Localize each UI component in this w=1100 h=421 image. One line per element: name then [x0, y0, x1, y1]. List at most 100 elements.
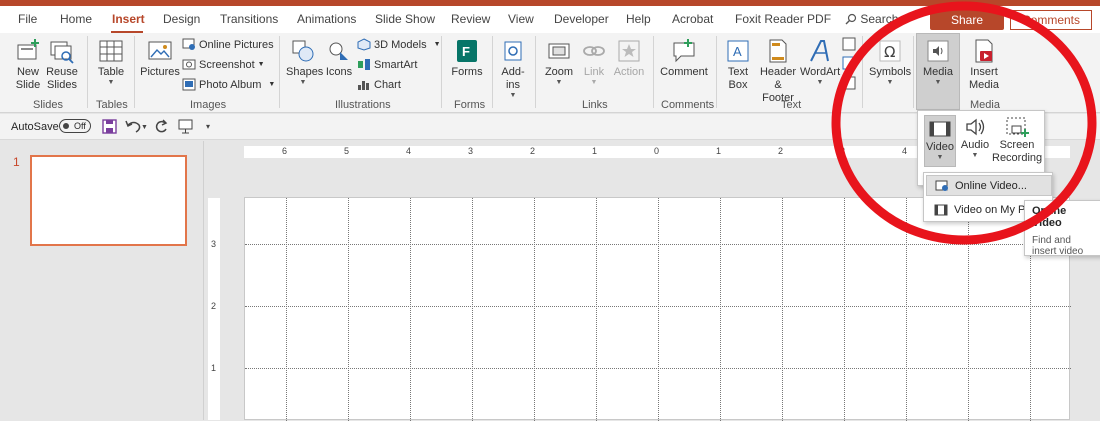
share-button[interactable]: Share [930, 10, 1004, 30]
pictures-label: Pictures [140, 66, 180, 78]
online-video-label: Online Video... [955, 179, 1027, 192]
omega-icon: Ω [879, 40, 901, 62]
tab-insert[interactable]: Insert [112, 12, 145, 26]
video-button[interactable]: Video ▼ [924, 115, 956, 167]
3d-models-label: 3D Models [374, 38, 427, 51]
media-label: Media [923, 66, 953, 78]
slide-number: 1 [13, 155, 20, 169]
screenshot-icon [182, 59, 196, 70]
link-button[interactable]: Link ▼ [580, 38, 608, 87]
media-button[interactable]: Media ▼ [916, 33, 960, 110]
text-group-label: Text [781, 99, 802, 111]
save-icon[interactable] [102, 119, 117, 134]
tab-review[interactable]: Review [451, 12, 490, 26]
gridline-vertical [720, 198, 721, 421]
comments-button[interactable]: Comments [1010, 10, 1092, 30]
header-footer-button[interactable]: Header & Footer [757, 38, 799, 105]
autosave-toggle[interactable]: Off [59, 119, 91, 133]
undo-icon[interactable]: ▼ [125, 119, 147, 134]
ribbon-tab-bar: File Home Insert Design Transitions Anim… [0, 6, 1100, 33]
svg-text:F: F [462, 44, 470, 59]
insert-media-label: Insert Media [969, 66, 999, 91]
table-button[interactable]: Table ▼ [95, 38, 127, 87]
photo-album-label: Photo Album [199, 78, 262, 91]
redo-icon[interactable] [154, 119, 169, 134]
action-button[interactable]: Action [612, 38, 646, 79]
screen-recording-button[interactable]: Screen Recording [992, 117, 1042, 165]
comment-icon [673, 39, 695, 63]
present-icon[interactable] [178, 119, 193, 134]
text-box-button[interactable]: A Text Box [723, 38, 753, 92]
group-divider [913, 36, 914, 108]
pictures-button[interactable]: Pictures [140, 38, 180, 79]
tab-animations[interactable]: Animations [297, 12, 356, 26]
icons-button[interactable]: Icons [325, 38, 353, 79]
online-pictures-button[interactable]: Online Pictures [182, 38, 274, 51]
icons-label: Icons [325, 66, 353, 78]
slide-thumbnail-pane: 1 [0, 141, 204, 420]
tab-slide-show[interactable]: Slide Show [375, 12, 435, 26]
svg-text:Ω: Ω [884, 43, 895, 61]
tooltip: Online Video Find and insert video from … [1024, 200, 1100, 256]
ruler-tick-label: 3 [468, 146, 474, 156]
tab-file[interactable]: File [18, 12, 37, 26]
forms-button[interactable]: F Forms [449, 38, 485, 79]
zoom-button[interactable]: Zoom ▼ [543, 38, 575, 87]
tab-acrobat[interactable]: Acrobat [672, 12, 713, 26]
group-divider [492, 36, 493, 108]
shapes-label: Shapes [286, 66, 324, 78]
ruler-tick-label: 1 [716, 146, 722, 156]
insert-media-button[interactable]: Insert Media [964, 38, 1004, 92]
pictures-icon [148, 41, 172, 60]
tab-home[interactable]: Home [60, 12, 92, 26]
gridline-vertical [906, 198, 907, 421]
insert-media-icon [975, 39, 993, 63]
tab-view[interactable]: View [508, 12, 534, 26]
tooltip-title: Online Video [1032, 205, 1067, 229]
images-group-label: Images [190, 99, 227, 111]
tab-help[interactable]: Help [626, 12, 651, 26]
forms-icon: F [457, 40, 477, 62]
comment-button[interactable]: Comment [659, 38, 709, 79]
addins-button[interactable]: Add-ins ▼ [498, 38, 528, 100]
audio-label: Audio [960, 139, 990, 151]
tab-design[interactable]: Design [163, 12, 200, 26]
tab-foxit-reader-pdf[interactable]: Foxit Reader PDF [735, 12, 831, 26]
screenshot-button[interactable]: Screenshot ▼ [182, 58, 265, 71]
new-slide-button[interactable]: New Slide [9, 38, 47, 92]
text-more-buttons[interactable] [842, 37, 856, 99]
audio-button[interactable]: Audio ▼ [960, 117, 990, 160]
new-slide-icon [17, 39, 39, 60]
smartart-button[interactable]: SmartArt [357, 58, 417, 71]
zoom-label: Zoom [544, 66, 574, 78]
shapes-button[interactable]: Shapes ▼ [286, 38, 324, 87]
forms-group-label: Forms [454, 99, 486, 111]
customize-qat-icon[interactable]: ▾ [206, 122, 210, 131]
chevron-down-icon: ▼ [816, 79, 824, 86]
3d-models-button[interactable]: 3D Models ▼ [357, 38, 441, 51]
search-box[interactable]: Search [845, 12, 898, 26]
wordart-button[interactable]: WordArt ▼ [800, 38, 840, 87]
chevron-down-icon: ▼ [509, 92, 517, 99]
photo-album-icon [182, 78, 196, 91]
online-video-item[interactable]: Online Video... [926, 175, 1052, 196]
group-divider [653, 36, 654, 108]
photo-album-button[interactable]: Photo Album ▼ [182, 78, 275, 91]
online-pictures-label: Online Pictures [199, 38, 274, 51]
tab-developer[interactable]: Developer [554, 12, 609, 26]
group-divider [716, 36, 717, 108]
symbols-button[interactable]: Ω Symbols ▼ [869, 38, 911, 87]
gridline-vertical [410, 198, 411, 421]
tab-transitions[interactable]: Transitions [220, 12, 278, 26]
cube-icon [357, 38, 371, 51]
slide-canvas[interactable] [244, 197, 1071, 421]
action-star-icon [618, 40, 640, 62]
reuse-slides-button[interactable]: Reuse Slides [46, 38, 78, 92]
chart-label: Chart [374, 78, 401, 91]
addins-icon [504, 41, 522, 61]
chart-icon [358, 81, 369, 90]
chart-button[interactable]: Chart [357, 78, 401, 91]
slide-thumbnail[interactable] [30, 155, 187, 246]
video-label: Video [926, 141, 954, 153]
autosave-toggle-state: Off [74, 121, 86, 131]
